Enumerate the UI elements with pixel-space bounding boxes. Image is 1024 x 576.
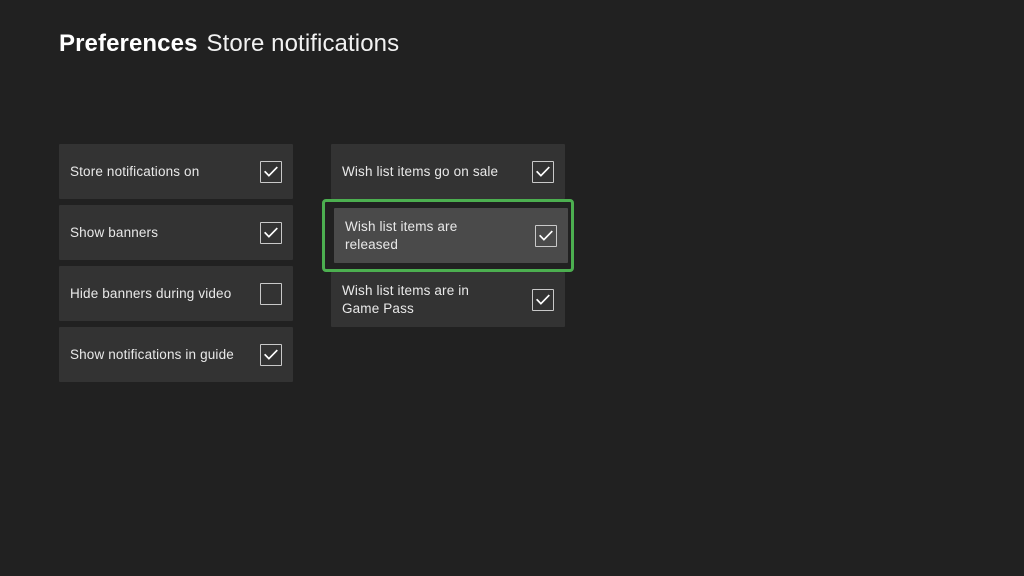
setting-label: Hide banners during video — [70, 285, 232, 301]
setting-row-wish-list-items-go-on-sale[interactable]: Wish list items go on sale — [331, 144, 565, 199]
checkbox-checked[interactable] — [535, 224, 557, 247]
check-icon — [264, 166, 278, 177]
settings-columns: Store notifications on Show banners Hide b… — [59, 144, 574, 382]
page-title: Preferences — [59, 30, 198, 57]
check-icon — [539, 230, 553, 241]
setting-label: Wish list items are released — [345, 218, 458, 252]
setting-wrapper: Show banners — [59, 205, 293, 260]
setting-row-show-notifications-in-guide[interactable]: Show notifications in guide — [59, 327, 293, 382]
setting-row-store-notifications-on[interactable]: Store notifications on — [59, 144, 293, 199]
setting-label: Store notifications on — [70, 163, 200, 179]
checkbox-unchecked[interactable] — [260, 282, 282, 305]
setting-label: Show banners — [70, 224, 159, 240]
setting-wrapper: Hide banners during video — [59, 266, 293, 321]
checkbox-checked[interactable] — [260, 221, 282, 244]
left-column: Store notifications on Show banners Hide b… — [59, 144, 293, 382]
checkbox-checked[interactable] — [260, 160, 282, 183]
setting-label: Show notifications in guide — [70, 346, 234, 362]
setting-label: Wish list items are in Game Pass — [342, 282, 470, 316]
setting-wrapper: Show notifications in guide — [59, 327, 293, 382]
checkbox-checked[interactable] — [532, 160, 554, 183]
check-icon — [536, 294, 550, 305]
focused-setting-wrapper: Wish list items are released — [322, 199, 574, 272]
setting-wrapper: Wish list items are in Game Pass — [331, 272, 565, 327]
right-column: Wish list items go on sale Wish list item… — [322, 144, 574, 327]
setting-row-wish-list-items-are-in-game-pass[interactable]: Wish list items are in Game Pass — [331, 272, 565, 327]
setting-label: Wish list items go on sale — [342, 163, 499, 179]
checkbox-checked[interactable] — [532, 288, 554, 311]
setting-row-wish-list-items-are-released[interactable]: Wish list items are released — [334, 208, 568, 263]
check-icon — [264, 227, 278, 238]
setting-wrapper: Store notifications on — [59, 144, 293, 199]
checkbox-checked[interactable] — [260, 343, 282, 366]
check-icon — [264, 349, 278, 360]
setting-row-show-banners[interactable]: Show banners — [59, 205, 293, 260]
check-icon — [536, 166, 550, 177]
setting-wrapper: Wish list items go on sale — [331, 144, 565, 199]
setting-row-hide-banners-during-video[interactable]: Hide banners during video — [59, 266, 293, 321]
page-header: Preferences Store notifications — [59, 30, 399, 58]
page-subtitle: Store notifications — [206, 30, 400, 57]
